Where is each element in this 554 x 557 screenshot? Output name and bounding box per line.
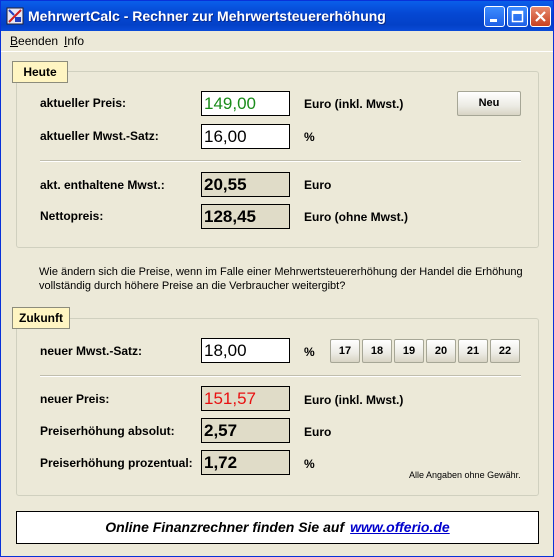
- minimize-button[interactable]: [484, 6, 505, 27]
- menu-info[interactable]: Info: [64, 34, 84, 48]
- contained-vat-label: akt. enthaltene Mwst.:: [40, 178, 165, 192]
- group-heute-title: Heute: [12, 61, 68, 83]
- menu-info-label: nfo: [67, 34, 85, 48]
- new-vat-label: neuer Mwst.-Satz:: [40, 344, 143, 358]
- menu-beenden-accel: B: [10, 34, 19, 48]
- new-price-unit: Euro (inkl. Mwst.): [304, 393, 404, 407]
- rate-button-19[interactable]: 19: [394, 339, 424, 363]
- contained-vat-unit: Euro: [304, 178, 332, 192]
- group-zukunft-title: Zukunft: [12, 307, 70, 329]
- question-text: Wie ändern sich die Preise, wenn im Fall…: [39, 266, 523, 292]
- footer-text: Online Finanzrechner finden Sie auf: [105, 519, 345, 535]
- current-price-input[interactable]: 149,00: [201, 91, 290, 116]
- increase-percent-value: 1,72: [201, 450, 290, 475]
- close-button[interactable]: [530, 6, 551, 27]
- increase-percent-unit: %: [304, 457, 315, 471]
- increase-absolute-unit: Euro: [304, 425, 332, 439]
- new-price-value: 151,57: [201, 386, 290, 411]
- heute-divider: [40, 160, 521, 162]
- increase-absolute-label: Preiserhöhung absolut:: [40, 424, 175, 438]
- rate-button-21[interactable]: 21: [458, 339, 488, 363]
- menu-beenden[interactable]: Beenden: [10, 34, 58, 48]
- calculator-icon: [6, 7, 24, 25]
- net-price-unit: Euro (ohne Mwst.): [304, 210, 408, 224]
- footer-link[interactable]: www.offerio.de: [350, 519, 450, 535]
- current-vat-label: aktueller Mwst.-Satz:: [40, 129, 159, 143]
- maximize-button[interactable]: [507, 6, 528, 27]
- new-price-label: neuer Preis:: [40, 392, 110, 406]
- current-vat-input[interactable]: 16,00: [201, 124, 290, 149]
- menu-beenden-label: eenden: [18, 34, 59, 48]
- window-title: MehrwertCalc - Rechner zur Mehrwertsteue…: [28, 8, 386, 24]
- current-price-label: aktueller Preis:: [40, 96, 127, 110]
- zukunft-divider: [40, 375, 521, 377]
- rate-button-22[interactable]: 22: [490, 339, 520, 363]
- rate-button-17[interactable]: 17: [330, 339, 360, 363]
- contained-vat-value: 20,55: [201, 172, 290, 197]
- current-vat-unit: %: [304, 130, 315, 144]
- footer-banner: Online Finanzrechner finden Sie auf www.o…: [16, 511, 539, 544]
- increase-percent-label: Preiserhöhung prozentual:: [40, 456, 193, 470]
- neu-button[interactable]: Neu: [457, 91, 521, 116]
- new-vat-input[interactable]: 18,00: [201, 338, 290, 363]
- minimize-icon: [490, 19, 497, 22]
- disclaimer: Alle Angaben ohne Gewähr.: [409, 470, 521, 480]
- current-price-unit: Euro (inkl. Mwst.): [304, 97, 404, 111]
- new-vat-unit: %: [304, 345, 315, 359]
- net-price-label: Nettopreis:: [40, 209, 104, 223]
- app-window: MehrwertCalc - Rechner zur Mehrwertsteue…: [0, 0, 554, 557]
- maximize-icon: [511, 10, 524, 23]
- close-icon: [535, 11, 546, 22]
- increase-absolute-value: 2,57: [201, 418, 290, 443]
- net-price-value: 128,45: [201, 204, 290, 229]
- menu-bar: Beenden Info: [1, 31, 553, 52]
- rate-button-18[interactable]: 18: [362, 339, 392, 363]
- title-bar[interactable]: MehrwertCalc - Rechner zur Mehrwertsteue…: [1, 1, 553, 31]
- rate-button-20[interactable]: 20: [426, 339, 456, 363]
